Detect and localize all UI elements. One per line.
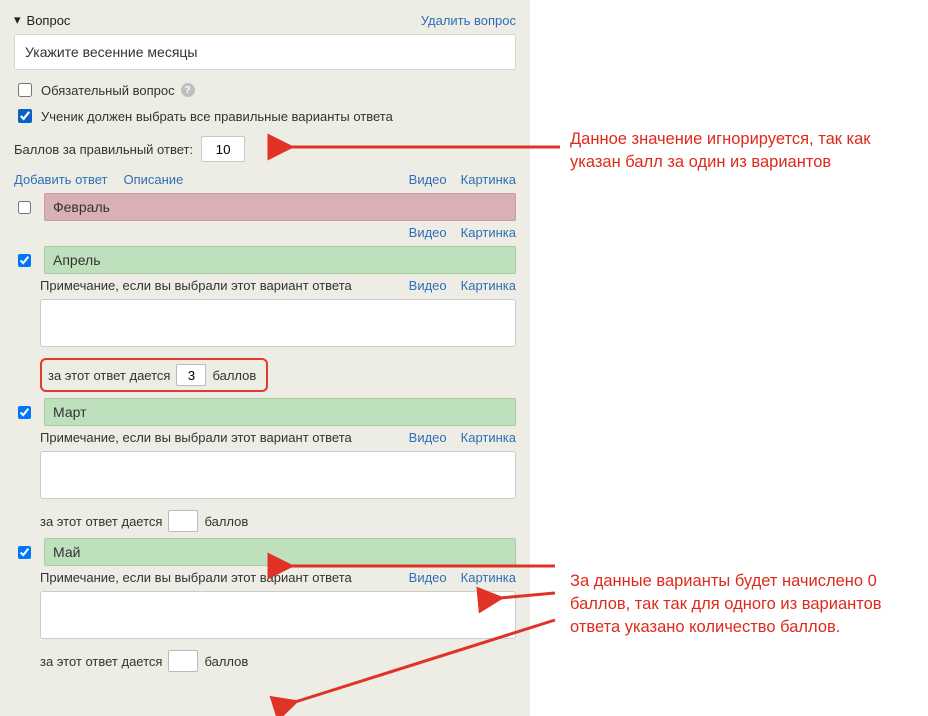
video-link[interactable]: Видео	[409, 278, 447, 293]
question-text-input[interactable]	[14, 34, 516, 70]
video-link[interactable]: Видео	[409, 430, 447, 445]
image-link[interactable]: Картинка	[461, 278, 516, 293]
question-title: Вопрос	[27, 13, 71, 28]
delete-question-link[interactable]: Удалить вопрос	[421, 13, 516, 28]
annotation-bottom: За данные варианты будет начислено 0 бал…	[570, 570, 900, 639]
answer-score-row: за этот ответ дается баллов	[40, 650, 516, 672]
video-link[interactable]: Видео	[409, 225, 447, 240]
mandatory-label: Обязательный вопрос	[41, 83, 175, 98]
answer-block: Примечание, если вы выбрали этот вариант…	[14, 246, 516, 392]
answer-score-suffix: баллов	[212, 368, 256, 383]
question-header: ▾ Вопрос Удалить вопрос	[14, 12, 516, 28]
note-textarea[interactable]	[40, 451, 516, 499]
answer-score-input[interactable]	[176, 364, 206, 386]
answer-score-prefix: за этот ответ дается	[40, 514, 162, 529]
video-link[interactable]: Видео	[409, 570, 447, 585]
answer-text-input[interactable]	[44, 246, 516, 274]
answer-text-input[interactable]	[44, 193, 516, 221]
answer-score-suffix: баллов	[204, 654, 248, 669]
image-link[interactable]: Картинка	[461, 430, 516, 445]
answer-text-input[interactable]	[44, 398, 516, 426]
question-editor-panel: ▾ Вопрос Удалить вопрос Обязательный воп…	[0, 0, 530, 716]
answer-checkbox[interactable]	[18, 254, 31, 267]
description-link[interactable]: Описание	[123, 172, 183, 187]
image-link[interactable]: Картинка	[461, 225, 516, 240]
image-link[interactable]: Картинка	[461, 172, 516, 187]
answer-score-row-highlighted: за этот ответ дается баллов	[40, 358, 268, 392]
image-link[interactable]: Картинка	[461, 570, 516, 585]
score-label: Баллов за правильный ответ:	[14, 142, 193, 157]
all-correct-row[interactable]: Ученик должен выбрать все правильные вар…	[14, 106, 516, 126]
answer-text-input[interactable]	[44, 538, 516, 566]
note-textarea[interactable]	[40, 591, 516, 639]
answer-score-prefix: за этот ответ дается	[48, 368, 170, 383]
answer-checkbox[interactable]	[18, 201, 31, 214]
answer-block: Видео Картинка	[14, 193, 516, 240]
answer-score-input[interactable]	[168, 510, 198, 532]
note-label: Примечание, если вы выбрали этот вариант…	[40, 430, 352, 445]
note-textarea[interactable]	[40, 299, 516, 347]
answer-score-prefix: за этот ответ дается	[40, 654, 162, 669]
answer-score-row: за этот ответ дается баллов	[40, 510, 516, 532]
annotation-top: Данное значение игнорируется, так как ук…	[570, 128, 900, 174]
mandatory-checkbox[interactable]	[18, 83, 32, 97]
note-label: Примечание, если вы выбрали этот вариант…	[40, 278, 352, 293]
answer-score-input[interactable]	[168, 650, 198, 672]
answer-block: Примечание, если вы выбрали этот вариант…	[14, 538, 516, 672]
add-answer-link[interactable]: Добавить ответ	[14, 172, 107, 187]
answer-checkbox[interactable]	[18, 546, 31, 559]
mandatory-row[interactable]: Обязательный вопрос ?	[14, 80, 516, 100]
answer-checkbox[interactable]	[18, 406, 31, 419]
help-icon[interactable]: ?	[181, 83, 195, 97]
note-label: Примечание, если вы выбрали этот вариант…	[40, 570, 352, 585]
question-toggle[interactable]: ▾ Вопрос	[14, 12, 70, 28]
video-link[interactable]: Видео	[409, 172, 447, 187]
caret-down-icon: ▾	[14, 12, 21, 28]
score-input[interactable]	[201, 136, 245, 162]
answer-block: Примечание, если вы выбрали этот вариант…	[14, 398, 516, 532]
all-correct-checkbox[interactable]	[18, 109, 32, 123]
all-correct-label: Ученик должен выбрать все правильные вар…	[41, 109, 393, 124]
question-links-row: Добавить ответ Описание Видео Картинка	[14, 172, 516, 187]
answer-score-suffix: баллов	[204, 514, 248, 529]
score-row: Баллов за правильный ответ:	[14, 136, 516, 162]
